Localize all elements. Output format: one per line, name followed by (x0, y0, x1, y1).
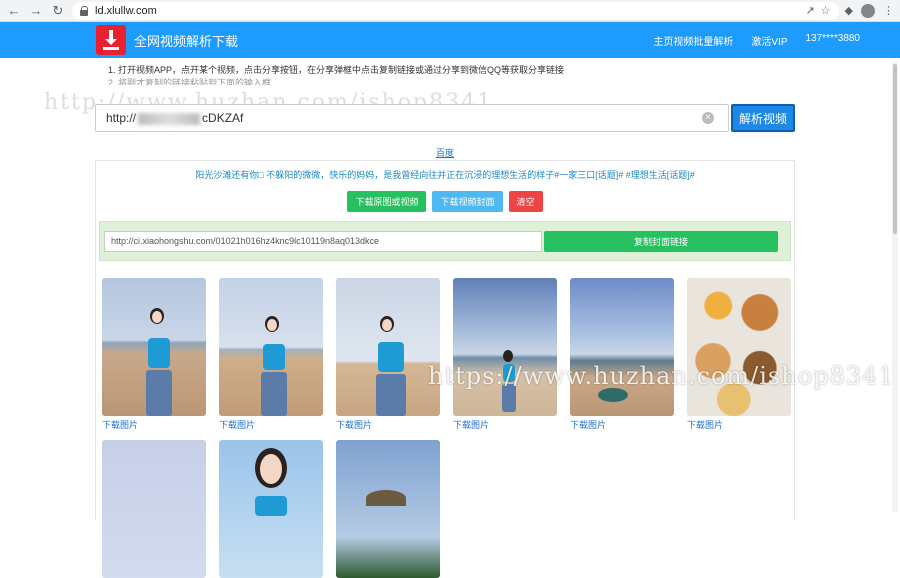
parse-video-button[interactable]: 解析视频 (731, 104, 795, 132)
site-title: 全网视频解析下载 (134, 33, 239, 49)
photo-thumbnail[interactable] (336, 278, 440, 416)
instruction-line-1: 1. 打开视频APP，点开某个视频，点击分享按钮，在分享弹框中点击复制链接或通过… (108, 65, 565, 75)
post-caption: 阳光沙滩还有你□ 不躲阳的微微，快乐的妈妈，是我曾经向往并正在沉浸的理想生活的样… (195, 170, 695, 180)
instruction-line-2: 2. 将刚才复制的链接粘贴到下面的输入框 (108, 78, 272, 85)
photo-thumbnail[interactable] (570, 278, 674, 416)
star-icon[interactable]: ☆ (821, 4, 831, 17)
image-card: 下载图片 (219, 278, 323, 432)
arrow-right-icon[interactable]: → (28, 3, 44, 19)
image-card: 下载图片 (687, 278, 791, 432)
share-icon[interactable]: ↗ (805, 4, 814, 17)
profile-avatar[interactable] (861, 3, 875, 18)
copy-cover-link-button[interactable]: 复制封面链接 (544, 230, 778, 252)
url-prefix: http:// (106, 111, 137, 125)
image-grid: 下载图片 下载图片 下载图片 下载图片 下载图片 下载图片 (102, 278, 791, 578)
download-image-link[interactable]: 下载图片 (453, 418, 557, 432)
image-card: 下载图片 (336, 278, 440, 432)
image-card (102, 440, 206, 578)
clear-button[interactable]: 清空 (508, 191, 543, 212)
download-image-link[interactable]: 下载图片 (336, 418, 440, 432)
download-image-link[interactable]: 下载图片 (687, 418, 791, 432)
logo[interactable]: 全网视频解析下载 (96, 25, 238, 55)
extensions-icon[interactable]: ◆ (845, 4, 853, 17)
reload-icon[interactable]: ↻ (50, 3, 66, 19)
photo-thumbnail[interactable] (219, 440, 323, 578)
browser-toolbar: ← → ↻ ld.xlullw.com ↗ ☆ ◆ ⋮ (0, 0, 900, 22)
download-image-link[interactable]: 下载图片 (219, 418, 323, 432)
image-card (336, 440, 440, 578)
image-card: 下载图片 (102, 278, 206, 432)
instructions: 1. 打开视频APP，点开某个视频，点击分享按钮，在分享弹框中点击复制链接或通过… (108, 64, 564, 85)
cover-url-field[interactable]: http://ci.xiaohongshu.com/01021h016hz4kn… (104, 230, 542, 252)
clear-input-icon[interactable]: × (702, 112, 714, 124)
nav-user-phone[interactable]: 137****3880 (806, 33, 861, 48)
download-original-button[interactable]: 下载原图或视频 (347, 191, 427, 212)
arrow-left-icon[interactable]: ← (6, 3, 22, 19)
lock-icon (80, 5, 89, 16)
url-input[interactable]: http:// cDKZAf × (95, 104, 729, 132)
address-url: ld.xlullw.com (95, 4, 157, 17)
blurred-url-segment (138, 112, 201, 125)
cover-link-box: http://ci.xiaohongshu.com/01021h016hz4kn… (99, 221, 791, 261)
watermark: https://www.huzhan.com/ishop8341 (428, 362, 895, 390)
nav-batch-parse[interactable]: 主页视频批量解析 (653, 33, 733, 48)
photo-thumbnail[interactable] (219, 278, 323, 416)
image-card: 下载图片 (453, 278, 557, 432)
download-cover-button[interactable]: 下载视频封面 (432, 191, 503, 212)
photo-thumbnail[interactable] (102, 440, 206, 578)
result-actions: 下载原图或视频 下载视频封面 清空 (96, 191, 794, 212)
address-bar[interactable]: ld.xlullw.com ↗ ☆ (72, 1, 839, 20)
photo-thumbnail[interactable] (453, 278, 557, 416)
image-card (219, 440, 323, 578)
photo-thumbnail[interactable] (687, 278, 791, 416)
result-panel: 阳光沙滩还有你□ 不躲阳的微微，快乐的妈妈，是我曾经向往并正在沉浸的理想生活的样… (95, 160, 795, 578)
download-icon (96, 25, 126, 55)
baidu-link[interactable]: 百度 (436, 146, 454, 159)
header-nav: 主页视频批量解析 激活VIP 137****3880 (653, 33, 860, 48)
download-image-link[interactable]: 下载图片 (102, 418, 206, 432)
url-suffix: cDKZAf (202, 111, 244, 125)
menu-dots-icon[interactable]: ⋮ (883, 4, 894, 17)
download-image-link[interactable]: 下载图片 (570, 418, 674, 432)
image-card: 下载图片 (570, 278, 674, 432)
photo-thumbnail[interactable] (102, 278, 206, 416)
site-header: 全网视频解析下载 主页视频批量解析 激活VIP 137****3880 (0, 22, 900, 58)
parse-form: http:// cDKZAf × 解析视频 (95, 104, 795, 132)
nav-activate-vip[interactable]: 激活VIP (751, 33, 787, 48)
scrollbar-thumb[interactable] (893, 64, 897, 234)
photo-thumbnail[interactable] (336, 440, 440, 578)
